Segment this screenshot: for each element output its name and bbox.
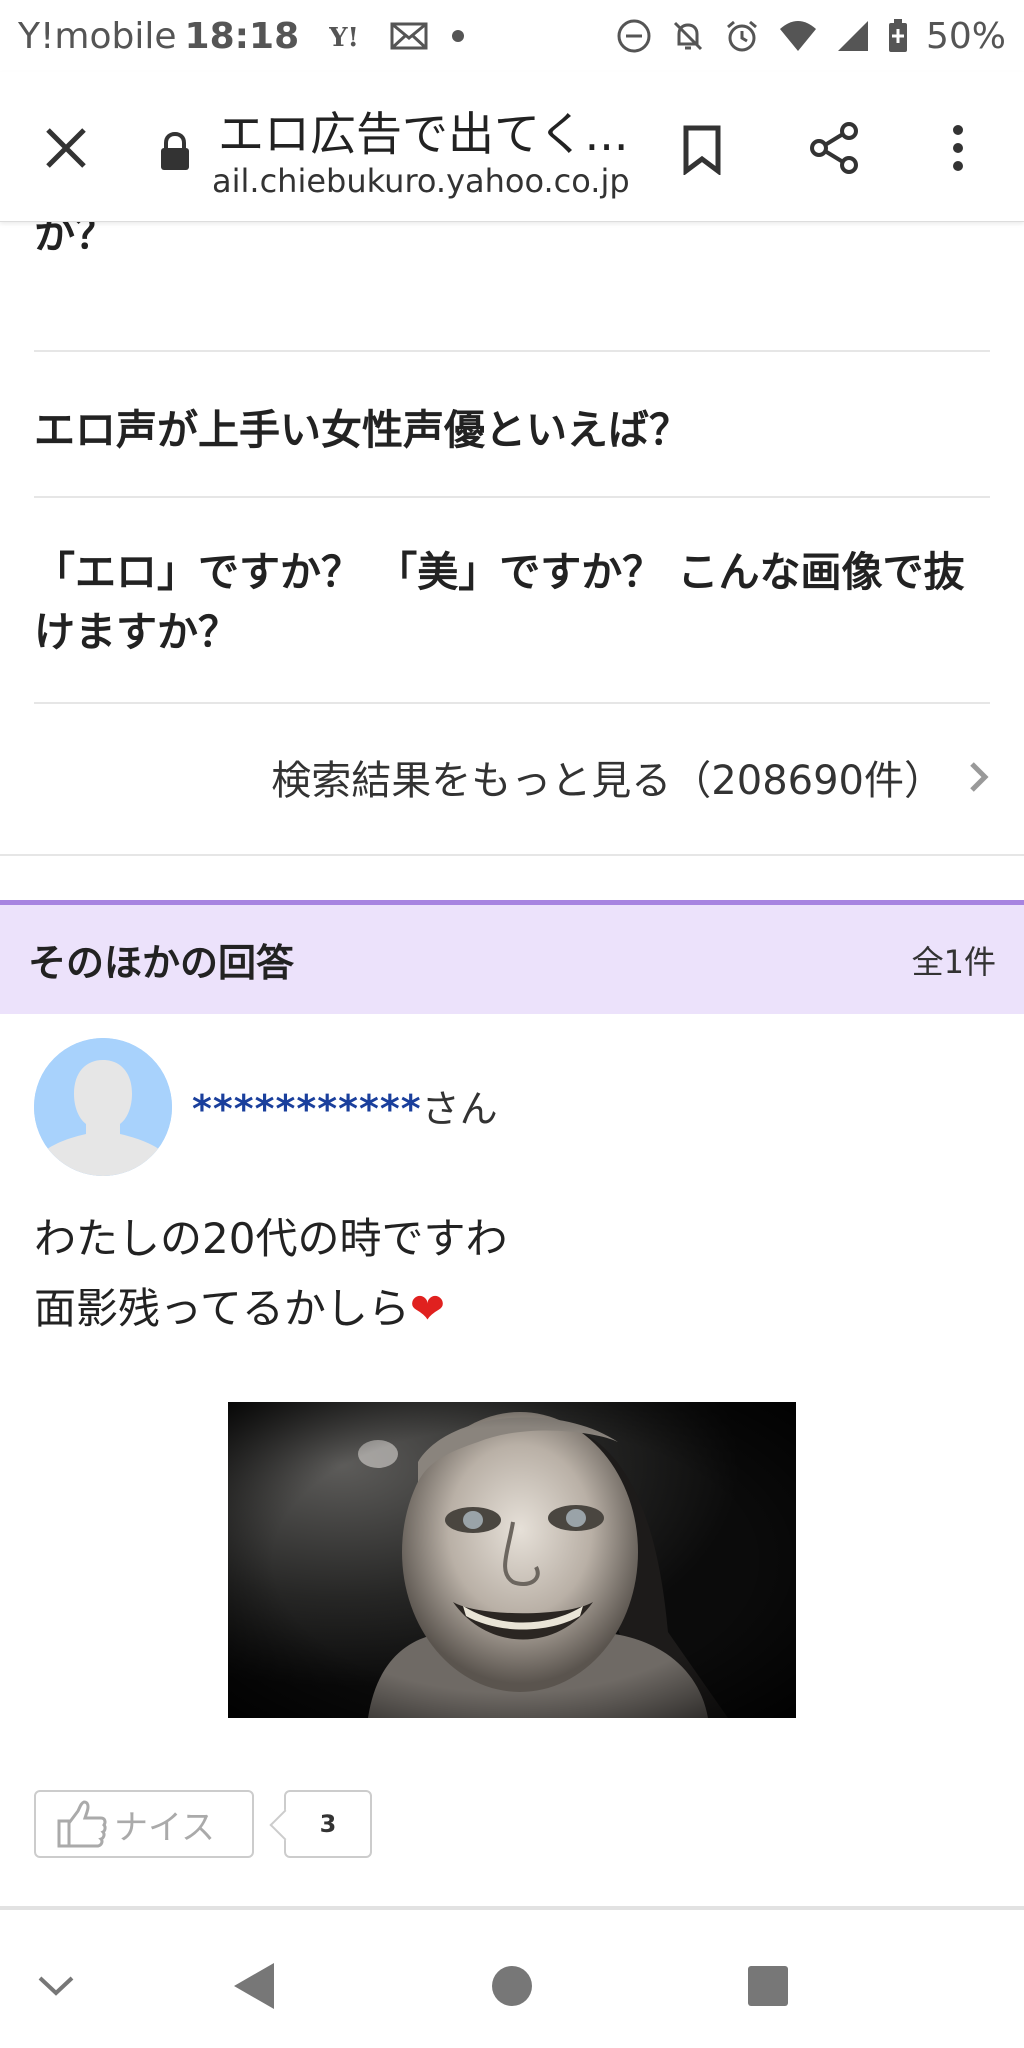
answer-image[interactable] [228, 1402, 796, 1718]
bookmark-button[interactable] [670, 118, 734, 182]
answer-line: 面影残ってるかしら [34, 1284, 410, 1333]
clock: 18:18 [184, 15, 300, 57]
mail-icon [389, 20, 429, 52]
other-answers-header: そのほかの回答 全1件 [0, 900, 1024, 1014]
battery-icon [888, 19, 908, 53]
nav-hide-button[interactable] [26, 1956, 86, 2016]
carrier-label: Y!mobile [18, 15, 177, 57]
nav-home-button[interactable] [482, 1956, 542, 2016]
share-button[interactable] [802, 116, 866, 180]
nav-recents-button[interactable] [738, 1956, 798, 2016]
smiling-woman-photo [228, 1402, 796, 1718]
nice-row: ナイス 3 [34, 1790, 372, 1858]
default-user-icon [34, 1038, 172, 1176]
chevron-right-icon [968, 760, 990, 794]
related-questions-list: か？ エロ声が上手い女性声優といえば？ 「エロ」ですか？ 「美」ですか？ こんな… [0, 198, 1024, 704]
status-bar: Y!mobile 18:18 Y! 50% [0, 0, 1024, 72]
related-question-item[interactable]: 「エロ」ですか？ 「美」ですか？ こんな画像で抜けますか？ [34, 498, 990, 704]
avatar[interactable] [34, 1038, 172, 1176]
close-icon [46, 128, 86, 168]
status-icons-right: 50% [616, 16, 1006, 57]
browser-toolbar: エロ広告で出てく... ail.chiebukuro.yahoo.co.jp [0, 72, 1024, 222]
do-not-disturb-icon [616, 18, 652, 54]
notifications-off-icon [670, 18, 706, 54]
other-answers-count: 全1件 [911, 942, 996, 981]
chevron-down-icon [38, 1976, 74, 1996]
answer-text: わたしの20代の時ですわ 面影残ってるかしら❤ [34, 1204, 507, 1344]
lock-icon [158, 131, 192, 176]
nice-label: ナイス [114, 1807, 215, 1848]
bottom-divider [0, 1906, 1024, 1910]
answer-line-2: 面影残ってるかしら❤ [34, 1274, 507, 1344]
username-suffix: さん [421, 1087, 498, 1131]
bookmark-icon [683, 125, 721, 175]
url-text[interactable]: ail.chiebukuro.yahoo.co.jp [212, 162, 632, 200]
section-divider [0, 854, 1024, 902]
dot-icon [451, 29, 465, 43]
page: Y!mobile 18:18 Y! 50% エロ広告で出てく... ail.ch… [0, 0, 1024, 2048]
wifi-icon [778, 19, 818, 53]
home-circle-icon [492, 1966, 532, 2006]
username[interactable]: ***********さん [192, 1078, 498, 1133]
other-answers-title: そのほかの回答 [28, 941, 295, 985]
battery-level: 50% [925, 15, 1006, 57]
back-triangle-icon [234, 1963, 274, 2009]
nav-back-button[interactable] [224, 1956, 284, 2016]
alarm-icon [724, 18, 760, 54]
related-question-item[interactable]: エロ声が上手い女性声優といえば？ [34, 352, 990, 498]
svg-text:Y!: Y! [329, 23, 359, 50]
share-icon [810, 122, 858, 174]
nice-count: 3 [284, 1790, 372, 1858]
heart-emoji: ❤ [409, 1284, 446, 1333]
username-masked: *********** [192, 1087, 422, 1131]
page-title: エロ広告で出てく... [218, 107, 629, 161]
close-button[interactable] [34, 116, 98, 180]
nice-button[interactable]: ナイス [34, 1790, 254, 1858]
recents-square-icon [748, 1966, 788, 2006]
signal-icon [836, 19, 870, 53]
system-nav-bar [0, 1920, 1024, 2048]
more-menu-button[interactable] [926, 116, 990, 180]
more-results-label: 検索結果をもっと見る（208690件） [271, 758, 944, 804]
more-results-link[interactable]: 検索結果をもっと見る（208690件） [0, 712, 1024, 842]
thumbs-up-icon [56, 1799, 108, 1849]
yahoo-icon: Y! [329, 22, 367, 50]
answer-line: わたしの20代の時ですわ [34, 1214, 508, 1263]
more-vert-icon [953, 125, 963, 171]
